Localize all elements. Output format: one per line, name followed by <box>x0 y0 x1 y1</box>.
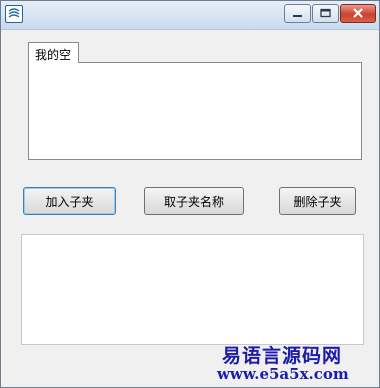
minimize-button[interactable] <box>284 4 311 23</box>
tab-my-space[interactable]: 我的空 <box>28 42 79 63</box>
maximize-button[interactable] <box>312 4 339 23</box>
add-child-button[interactable]: 加入子夹 <box>23 187 116 215</box>
close-icon <box>353 8 363 18</box>
tab-panel <box>28 62 362 160</box>
title-bar[interactable] <box>1 1 379 30</box>
output-box[interactable] <box>21 234 364 345</box>
delete-child-button[interactable]: 删除子夹 <box>279 187 356 215</box>
watermark-site-name: 易语言源码网 <box>222 345 343 367</box>
tab-label: 我的空 <box>35 48 72 62</box>
minimize-icon <box>293 15 302 17</box>
app-icon[interactable] <box>5 5 23 23</box>
close-button[interactable] <box>340 4 376 23</box>
watermark-url: www.e5a5x.com <box>217 365 349 383</box>
get-child-name-button[interactable]: 取子夹名称 <box>144 187 244 215</box>
app-window: 我的空 加入子夹 取子夹名称 删除子夹 易语言源码网 www.e5a5x.com <box>0 0 380 388</box>
maximize-icon <box>320 8 331 18</box>
